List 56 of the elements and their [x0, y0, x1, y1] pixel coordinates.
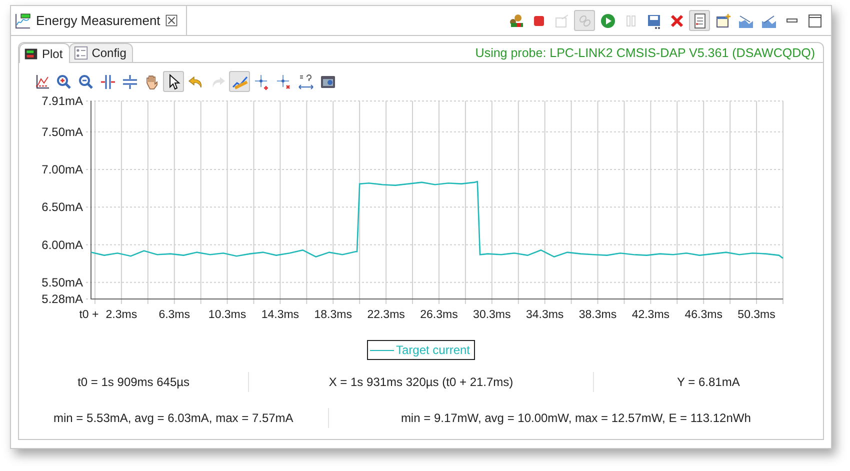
- x-axis-label: 46.3ms: [684, 309, 722, 321]
- close-icon[interactable]: [165, 14, 178, 27]
- x-axis-label: 30.3ms: [473, 309, 511, 321]
- remove-marker-icon: [276, 74, 292, 90]
- add-marker-icon: [254, 74, 270, 90]
- save-icon: [646, 12, 662, 28]
- link-icon: [576, 12, 592, 28]
- undo-icon: [188, 74, 204, 90]
- delete-icon: [668, 12, 684, 28]
- cursor-readout: X = 1s 931ms 320µs (t0 + 21.7ms): [248, 372, 593, 392]
- hand-icon: [144, 74, 160, 90]
- y-axis-label: 7.00mA: [42, 162, 83, 176]
- probe-status: Using probe: LPC-LINK2 CMSIS-DAP V5.361 (DSAWCQDQ): [475, 46, 816, 62]
- x-axis-label: 42.3ms: [632, 309, 670, 321]
- x-axis-label: t0 +: [79, 309, 99, 321]
- y-axis-label: 6.00mA: [42, 238, 83, 252]
- y-axis-label: 5.50mA: [42, 275, 83, 290]
- y-axis-label: 5.28mA: [42, 292, 83, 306]
- snapshot-icon: [320, 74, 336, 90]
- x-axis-label: 22.3ms: [367, 309, 405, 321]
- y-axis-label: 7.50mA: [42, 124, 83, 139]
- chart-icon: [760, 12, 776, 28]
- energy-chart-icon: [15, 12, 31, 28]
- axis-fit-icon: [34, 74, 50, 90]
- legend-label: Target current: [396, 343, 470, 357]
- x-axis-label: 2.3ms: [106, 309, 138, 321]
- maximize-icon: [806, 12, 822, 28]
- list-button[interactable]: [689, 10, 710, 31]
- x-axis-label: 38.3ms: [578, 309, 617, 321]
- x-axis-label: 6.3ms: [158, 309, 190, 321]
- config-tab-icon: [74, 46, 88, 60]
- list-icon: [692, 12, 708, 28]
- statistics-text: min = 9.17mW, avg = 10.00mW, max = 12.57mW, E = 113.12nWh: [328, 408, 823, 428]
- play-icon: [600, 12, 616, 28]
- x-axis-label: 26.3ms: [420, 309, 458, 321]
- cursor-readout: t0 = 1s 909ms 645µs: [76, 374, 191, 391]
- pointer-button[interactable]: [163, 71, 184, 92]
- x-axis-label: 34.3ms: [526, 309, 564, 321]
- window-icon: [714, 12, 730, 28]
- zoom-out-icon: [78, 74, 94, 90]
- chart-icon: [738, 12, 754, 28]
- x-axis-label: 10.3ms: [208, 309, 246, 321]
- measure-icon: [298, 74, 314, 90]
- y-axis-label: 7.91mA: [42, 94, 83, 108]
- tab[interactable]: Plot: [19, 43, 70, 63]
- plot-tab-icon: [24, 46, 38, 60]
- tab[interactable]: Config: [68, 43, 134, 62]
- zoom-in-icon: [56, 74, 72, 90]
- cursor-readout: Y = 6.81mA: [592, 372, 823, 392]
- x-axis-label: 50.3ms: [738, 309, 776, 321]
- trace-button[interactable]: [229, 71, 250, 92]
- y-axis-label: 6.50mA: [42, 200, 83, 214]
- trace-icon: [232, 74, 248, 90]
- statistics-text: min = 5.53mA, avg = 6.03mA, max = 7.57mA: [52, 410, 294, 427]
- x-axis-label: 14.3ms: [261, 309, 300, 321]
- x-axis-label: 18.3ms: [314, 309, 352, 321]
